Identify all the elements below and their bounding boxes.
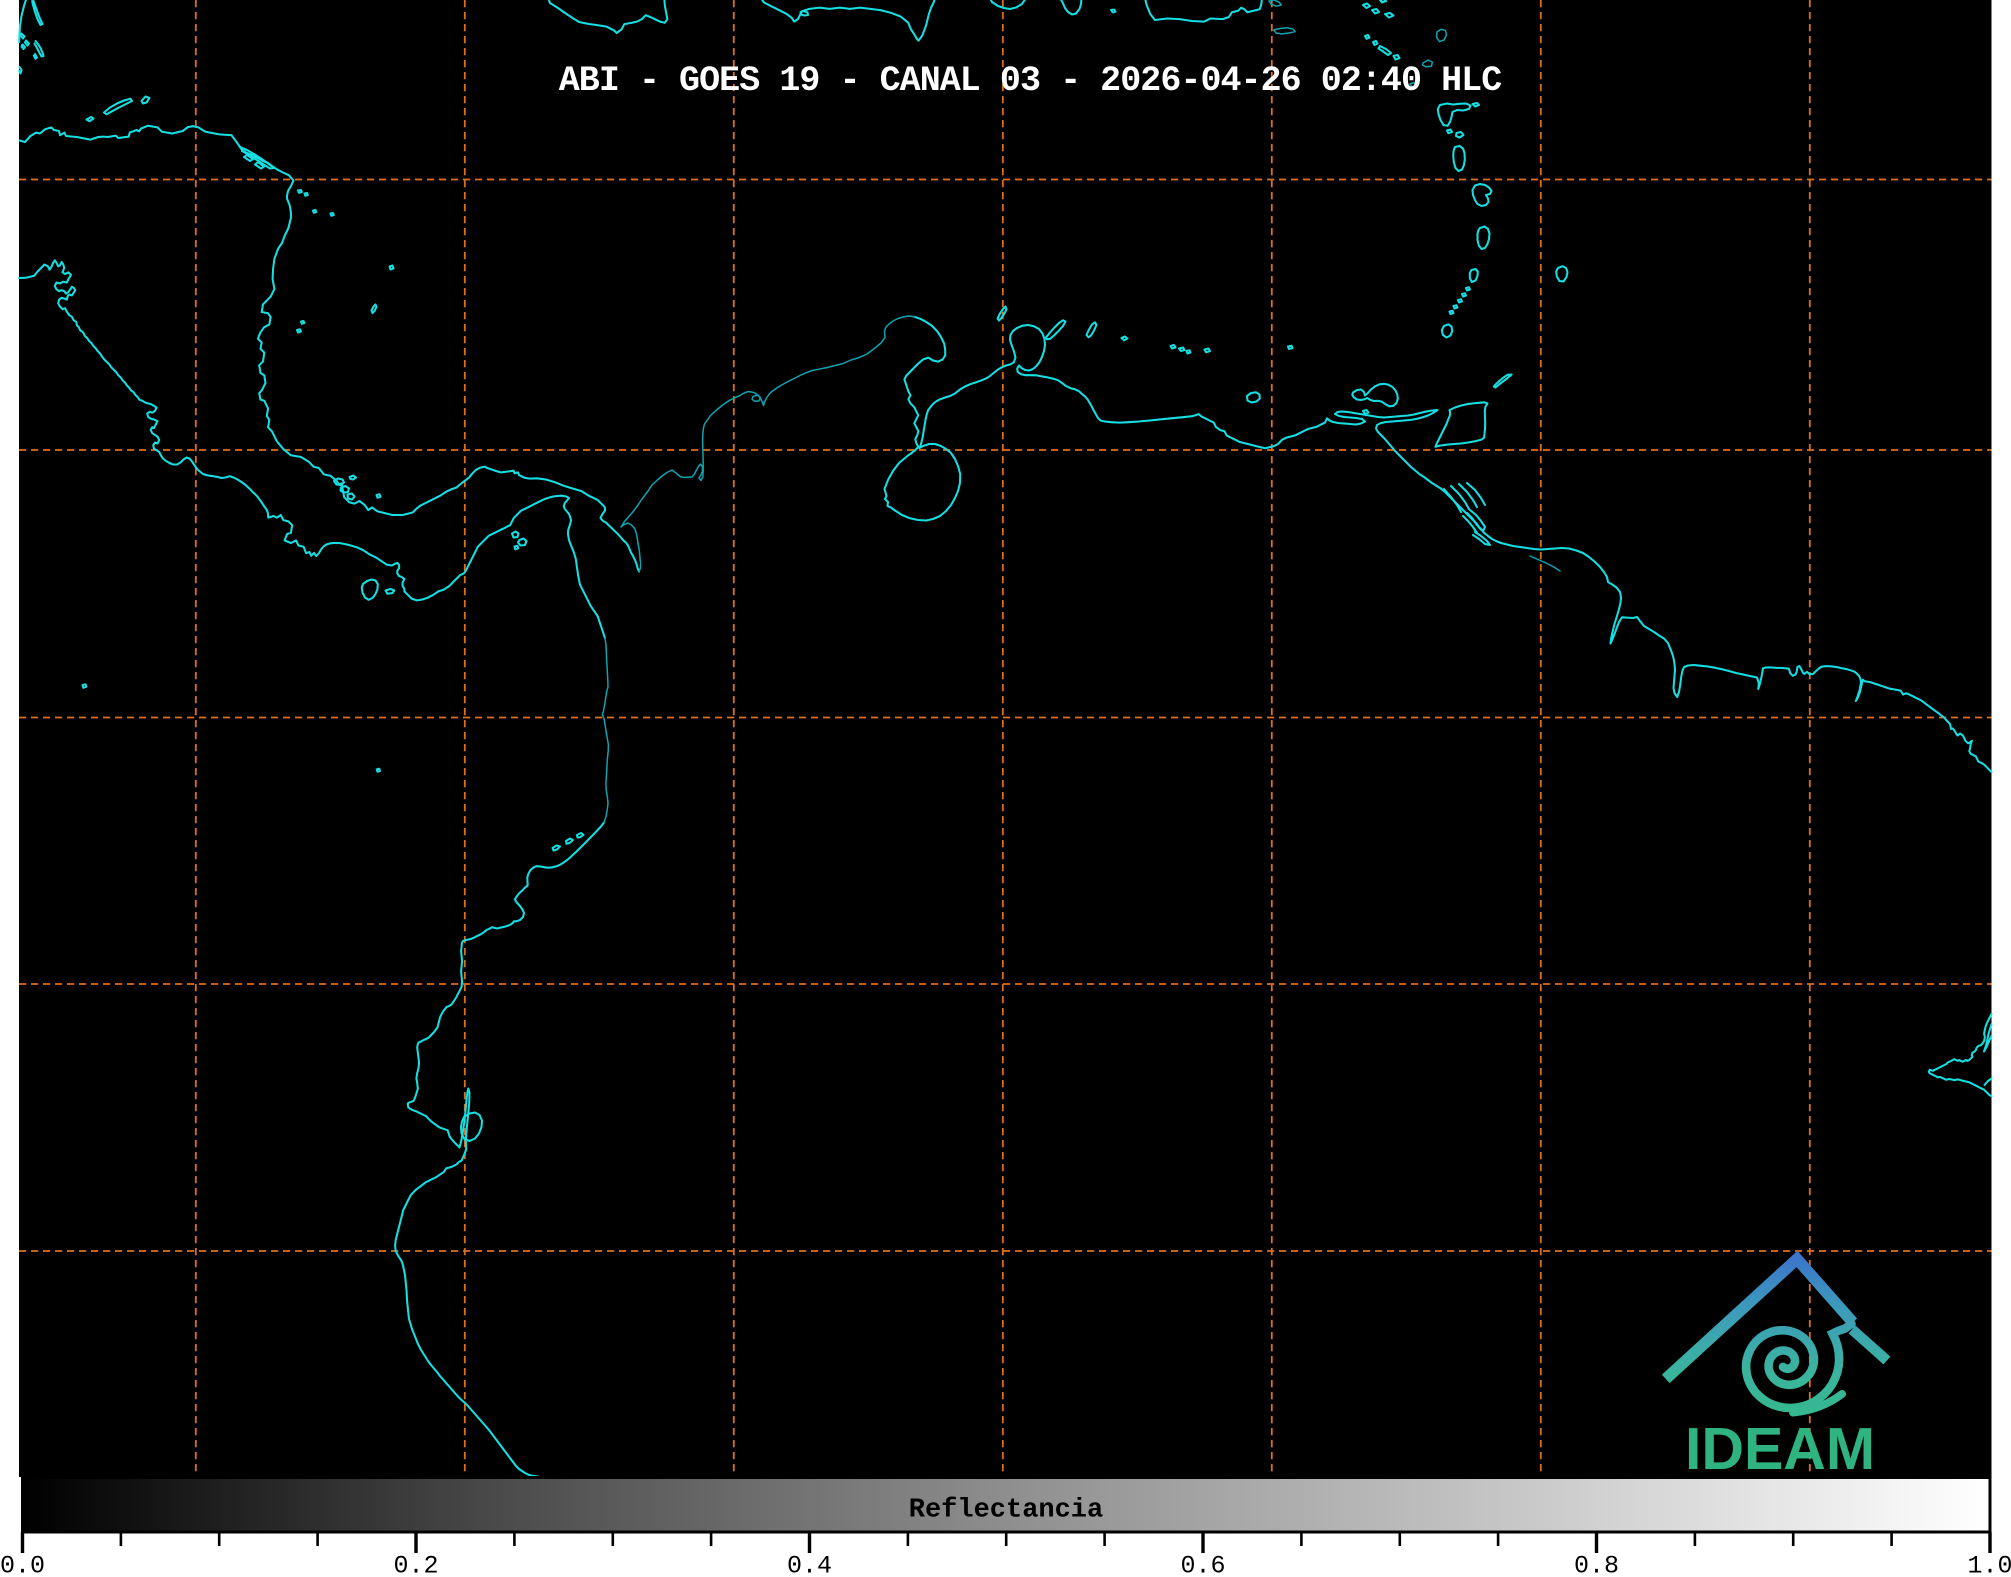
- svg-text:1.0: 1.0: [1967, 1552, 2011, 1577]
- svg-text:IDEAM: IDEAM: [1685, 1416, 1875, 1482]
- svg-text:0.0: 0.0: [0, 1552, 45, 1577]
- svg-text:Reflectancia: Reflectancia: [909, 1496, 1103, 1526]
- svg-text:ABI - GOES 19 - CANAL 03 - 202: ABI - GOES 19 - CANAL 03 - 2026-04-26 02…: [559, 61, 1502, 101]
- svg-text:0.4: 0.4: [787, 1552, 832, 1577]
- svg-text:0.2: 0.2: [393, 1552, 438, 1577]
- svg-text:0.6: 0.6: [1180, 1552, 1225, 1577]
- svg-text:0.8: 0.8: [1574, 1552, 1619, 1577]
